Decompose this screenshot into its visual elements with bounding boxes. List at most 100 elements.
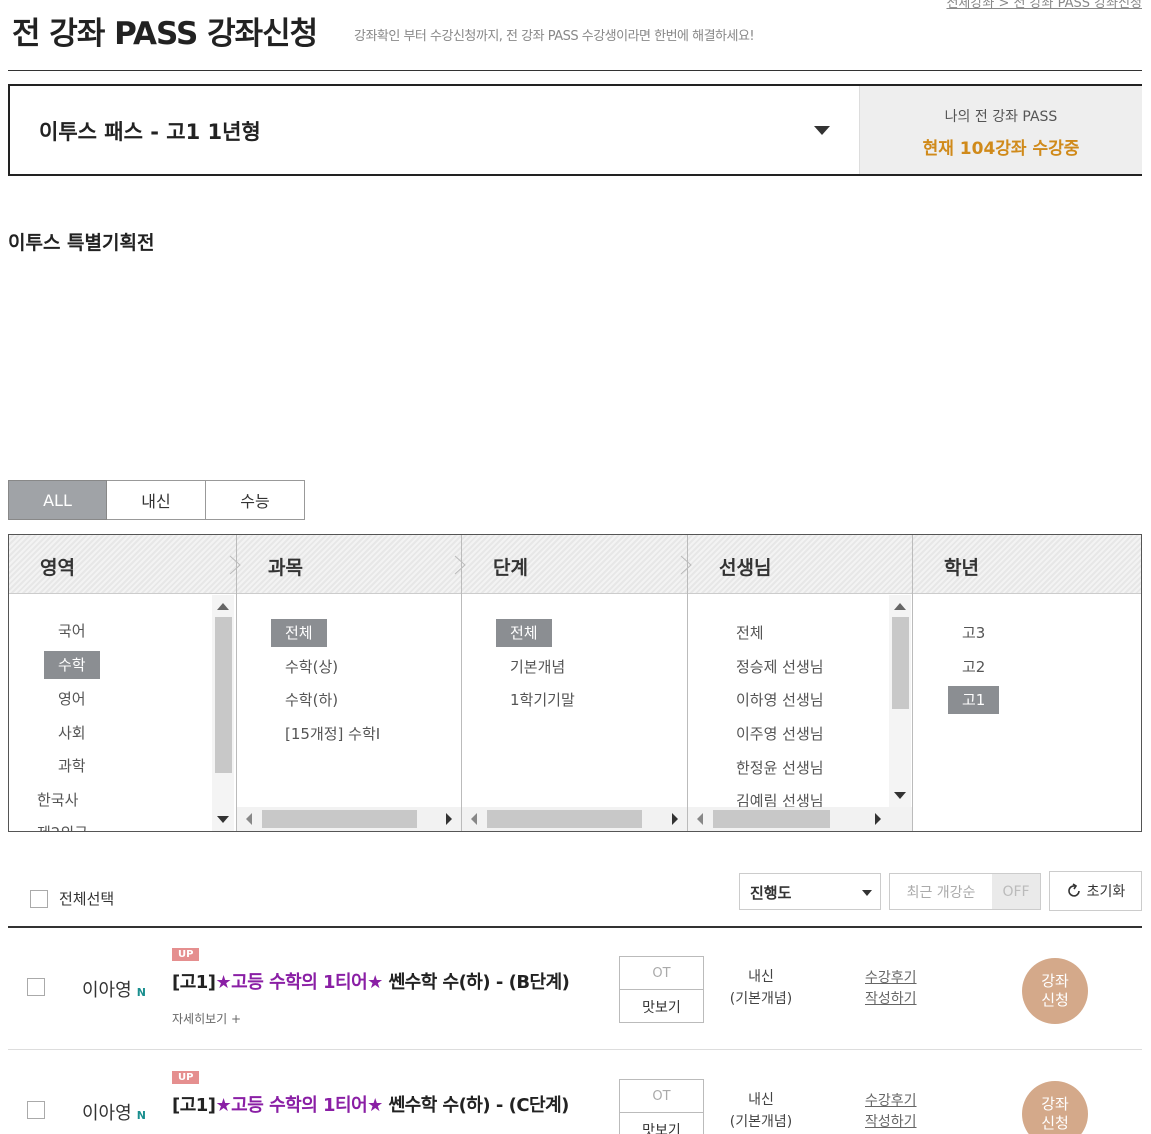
- filter-item-teacher[interactable]: 전체: [722, 619, 778, 647]
- filter-item-area[interactable]: 한국사: [23, 786, 92, 814]
- ot-button[interactable]: OT: [620, 957, 703, 990]
- filter-item-subject-selected[interactable]: 전체: [271, 619, 327, 647]
- filter-item-subject[interactable]: [15개정] 수학Ⅰ: [271, 720, 394, 748]
- scroll-up-icon[interactable]: [894, 603, 906, 610]
- header-divider: [8, 70, 1142, 71]
- teacher-name[interactable]: 이아영 N: [82, 976, 146, 1002]
- horizontal-scrollbar[interactable]: [462, 807, 687, 831]
- select-all-label: 전체선택: [59, 890, 115, 908]
- scroll-left-icon[interactable]: [471, 813, 477, 825]
- filter-item-grade[interactable]: 고3: [948, 619, 999, 647]
- scroll-right-icon[interactable]: [875, 813, 881, 825]
- filter-item-area[interactable]: 영어: [44, 685, 100, 713]
- select-all[interactable]: 전체선택: [30, 888, 114, 909]
- filter-item-teacher[interactable]: 정승제 선생님: [722, 653, 838, 681]
- scrollbar-thumb[interactable]: [215, 617, 232, 773]
- teacher-name[interactable]: 이아영 N: [82, 1099, 146, 1125]
- horizontal-scrollbar[interactable]: [688, 807, 912, 831]
- tab-all[interactable]: ALL: [8, 480, 107, 520]
- filter-item-level-selected[interactable]: 전체: [496, 619, 552, 647]
- course-checkbox[interactable]: [27, 1101, 45, 1119]
- scroll-left-icon[interactable]: [246, 813, 252, 825]
- preview-button[interactable]: 맛보기: [620, 1113, 703, 1134]
- filter-item-grade-selected[interactable]: 고1: [948, 686, 1000, 714]
- filter-header-teacher: 선생님: [688, 535, 912, 594]
- tab-suneung[interactable]: 수능: [206, 480, 305, 520]
- scroll-down-icon[interactable]: [894, 792, 906, 799]
- row-divider: [8, 1049, 1142, 1050]
- filter-item-teacher[interactable]: 한정윤 선생님: [722, 754, 838, 782]
- course-type: 내신 (기본개념): [729, 969, 793, 1007]
- course-title[interactable]: [고1]★고등 수학의 1티어★ 쎈수학 수(하) - (C단계): [172, 1091, 569, 1117]
- filter-item-subject[interactable]: 수학(상): [271, 653, 352, 681]
- reset-button[interactable]: 초기화: [1049, 871, 1142, 911]
- chevron-right-icon: [229, 555, 241, 575]
- sort-select[interactable]: 진행도: [739, 873, 881, 910]
- filter-header-grade: 학년: [913, 535, 1141, 594]
- filter-item-subject[interactable]: 수학(하): [271, 686, 352, 714]
- scroll-right-icon[interactable]: [446, 813, 452, 825]
- review-link[interactable]: 수강후기 작성하기: [865, 1091, 917, 1133]
- filter-item-area[interactable]: 제2외국: [23, 819, 102, 831]
- filter-header-label: 선생님: [719, 557, 772, 579]
- filter-list-grade: 고3 고2 고1: [913, 595, 1141, 831]
- vertical-scrollbar[interactable]: [889, 595, 911, 807]
- filter-header-subject: 과목: [237, 535, 466, 594]
- pass-status-value: 현재 104강좌 수강중: [922, 139, 1080, 159]
- course-title[interactable]: [고1]★고등 수학의 1티어★ 쎈수학 수(하) - (B단계): [172, 968, 570, 994]
- scrollbar-thumb[interactable]: [713, 810, 830, 828]
- select-all-checkbox[interactable]: [30, 889, 48, 908]
- filter-item-teacher[interactable]: 이주영 선생님: [722, 720, 838, 748]
- new-badge: N: [136, 986, 146, 999]
- scrollbar-thumb[interactable]: [892, 617, 909, 709]
- filter-item-grade[interactable]: 고2: [948, 653, 999, 681]
- filter-column-area: 영역 국어 수학 영어 사회 과학 한국사 제2외국: [9, 535, 241, 831]
- ot-preview-box: OT 맛보기: [619, 1079, 704, 1134]
- course-checkbox[interactable]: [27, 978, 45, 996]
- scrollbar-thumb[interactable]: [487, 810, 642, 828]
- review-link[interactable]: 수강후기 작성하기: [865, 968, 917, 1010]
- filter-item-area-selected[interactable]: 수학: [44, 651, 100, 679]
- filter-header-level: 단계: [462, 535, 692, 594]
- category-tabs: ALL 내신 수능: [8, 480, 305, 520]
- filter-item-area[interactable]: 국어: [44, 617, 100, 645]
- horizontal-scrollbar[interactable]: [237, 807, 461, 831]
- filter-item-level[interactable]: 기본개념: [496, 653, 579, 681]
- filter-column-level: 단계 전체 기본개념 1학기기말: [461, 535, 692, 831]
- scroll-down-icon[interactable]: [217, 816, 229, 823]
- detail-link[interactable]: 자세히보기 +: [172, 1010, 241, 1027]
- filter-header-label: 단계: [493, 557, 528, 579]
- enroll-button[interactable]: 강좌 신청: [1022, 958, 1088, 1024]
- vertical-scrollbar[interactable]: [212, 595, 234, 831]
- scroll-up-icon[interactable]: [217, 603, 229, 610]
- filter-item-level[interactable]: 1학기기말: [496, 686, 589, 714]
- tab-naesin[interactable]: 내신: [107, 480, 206, 520]
- enroll-button[interactable]: 강좌 신청: [1022, 1081, 1088, 1134]
- breadcrumb[interactable]: 전체강좌 > 전 강좌 PASS 강좌신청: [946, 0, 1142, 11]
- pass-status-label: 나의 전 강좌 PASS: [944, 109, 1058, 125]
- filter-header-label: 학년: [944, 557, 979, 579]
- pass-select-value: 이투스 패스 - 고1 1년형: [39, 120, 261, 144]
- chevron-right-icon: [680, 555, 692, 575]
- recent-order-label: 최근 개강순: [906, 884, 976, 901]
- toggle-state[interactable]: OFF: [992, 874, 1040, 909]
- ot-button[interactable]: OT: [620, 1080, 703, 1113]
- recent-order-toggle[interactable]: 최근 개강순 OFF: [889, 873, 1041, 910]
- pass-box: 이투스 패스 - 고1 1년형 나의 전 강좌 PASS 현재 104강좌 수강…: [8, 84, 1142, 176]
- filter-column-grade: 학년 고3 고2 고1: [912, 535, 1141, 831]
- scroll-right-icon[interactable]: [672, 813, 678, 825]
- special-section-title: 이투스 특별기획전: [8, 232, 155, 254]
- filter-item-teacher[interactable]: 이하영 선생님: [722, 686, 838, 714]
- caret-down-icon: [814, 126, 830, 135]
- preview-button[interactable]: 맛보기: [620, 990, 703, 1023]
- new-badge: N: [136, 1109, 146, 1122]
- scrollbar-thumb[interactable]: [262, 810, 417, 828]
- course-type: 내신 (기본개념): [729, 1092, 793, 1130]
- filter-item-area[interactable]: 과학: [44, 752, 100, 780]
- caret-down-icon: [862, 890, 872, 896]
- scroll-left-icon[interactable]: [697, 813, 703, 825]
- filter-list-area: 국어 수학 영어 사회 과학 한국사 제2외국: [9, 595, 236, 831]
- pass-select[interactable]: 이투스 패스 - 고1 1년형: [10, 86, 859, 174]
- filter-list-level: 전체 기본개념 1학기기말: [462, 595, 687, 831]
- filter-item-area[interactable]: 사회: [44, 719, 100, 747]
